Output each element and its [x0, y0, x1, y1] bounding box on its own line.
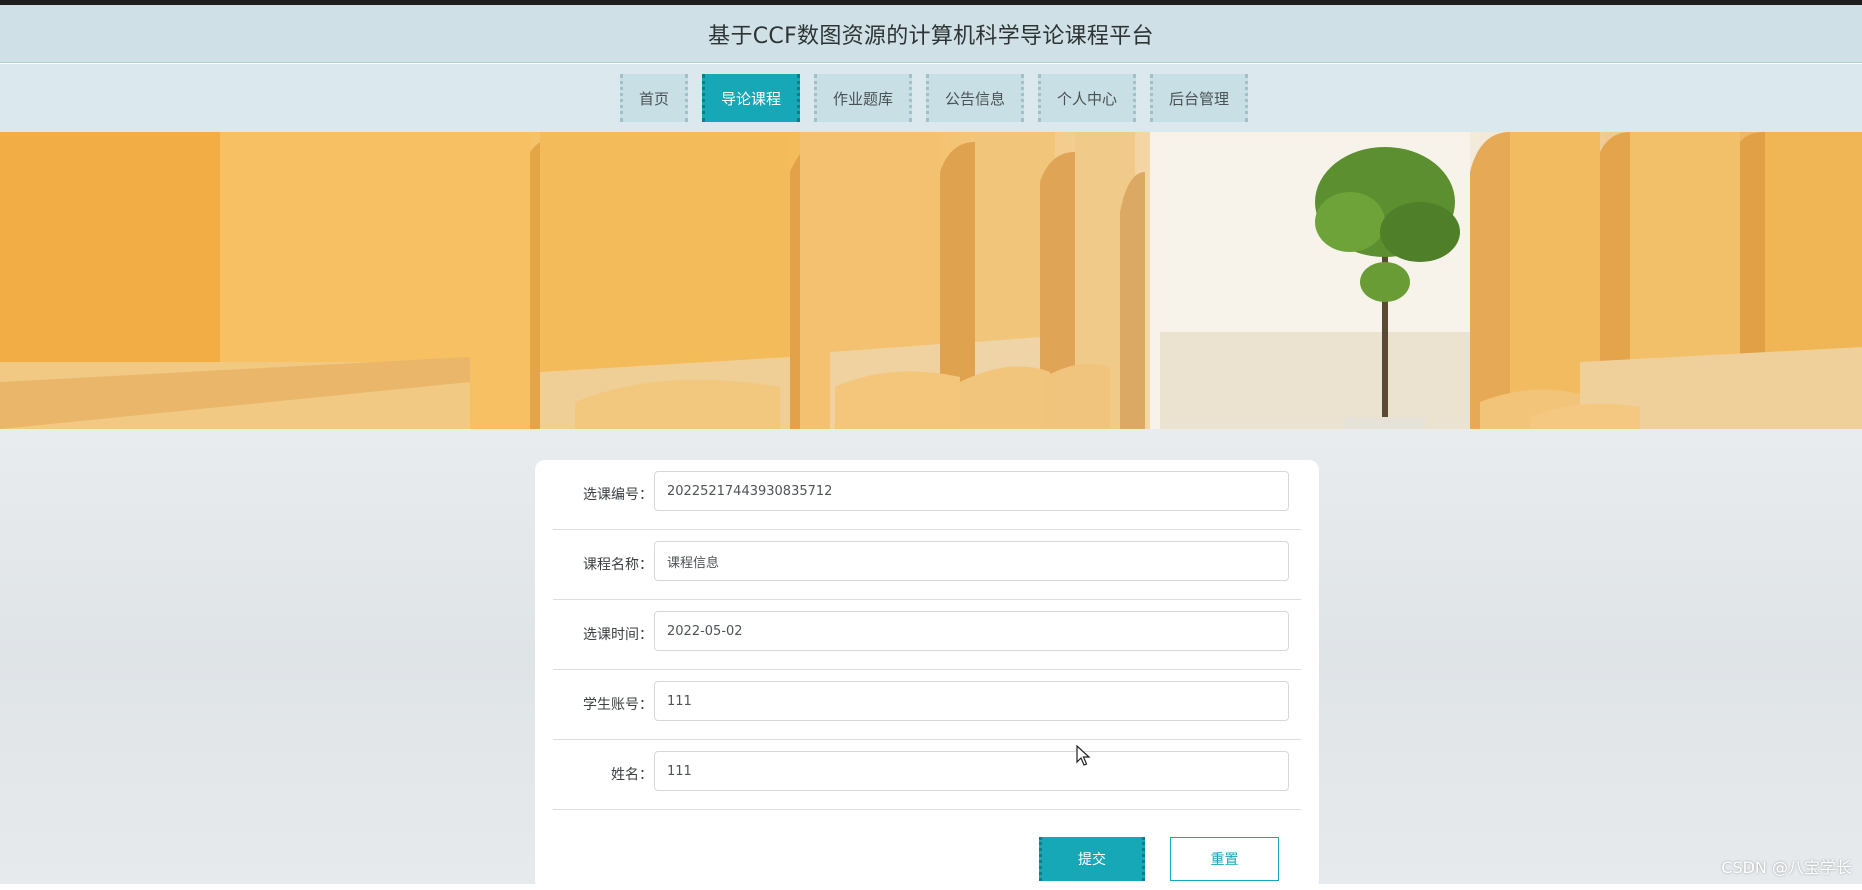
student-account-label: 学生账号：	[553, 670, 653, 740]
course-name-input[interactable]	[654, 541, 1289, 581]
study-room-illustration	[0, 132, 1862, 429]
course-selection-form: 选课编号： 课程名称： 选课时间： 学生账号： 姓名：	[535, 460, 1319, 890]
selection-time-label: 选课时间：	[553, 600, 653, 670]
main-nav: 首页 导论课程 作业题库 公告信息 个人中心 后台管理	[0, 64, 1862, 132]
form-row-student-account: 学生账号：	[553, 670, 1301, 740]
student-account-input[interactable]	[654, 681, 1289, 721]
site-header: 基于CCF数图资源的计算机科学导论课程平台	[0, 5, 1862, 63]
form-row-selection-time: 选课时间：	[553, 600, 1301, 670]
banner-image	[0, 132, 1862, 429]
selection-id-input[interactable]	[654, 471, 1289, 511]
submit-button[interactable]: 提交	[1039, 837, 1145, 881]
mouse-pointer-icon	[1076, 745, 1092, 767]
nav-item-question-bank[interactable]: 作业题库	[814, 74, 912, 122]
nav-item-personal-center[interactable]: 个人中心	[1038, 74, 1136, 122]
site-title: 基于CCF数图资源的计算机科学导论课程平台	[708, 18, 1154, 50]
nav-item-admin[interactable]: 后台管理	[1150, 74, 1248, 122]
name-label: 姓名：	[553, 740, 653, 810]
form-row-course-name: 课程名称：	[553, 530, 1301, 600]
nav-item-announcements[interactable]: 公告信息	[926, 74, 1024, 122]
nav-item-courses[interactable]: 导论课程	[702, 74, 800, 122]
form-row-name: 姓名：	[553, 740, 1301, 810]
course-name-label: 课程名称：	[553, 530, 653, 600]
form-row-selection-id: 选课编号：	[553, 460, 1301, 530]
reset-button[interactable]: 重置	[1170, 837, 1279, 881]
csdn-watermark: CSDN @八宝学长	[1721, 854, 1852, 878]
name-input[interactable]	[654, 751, 1289, 791]
selection-time-input[interactable]	[654, 611, 1289, 651]
selection-id-label: 选课编号：	[553, 460, 653, 530]
nav-item-home[interactable]: 首页	[620, 74, 688, 122]
